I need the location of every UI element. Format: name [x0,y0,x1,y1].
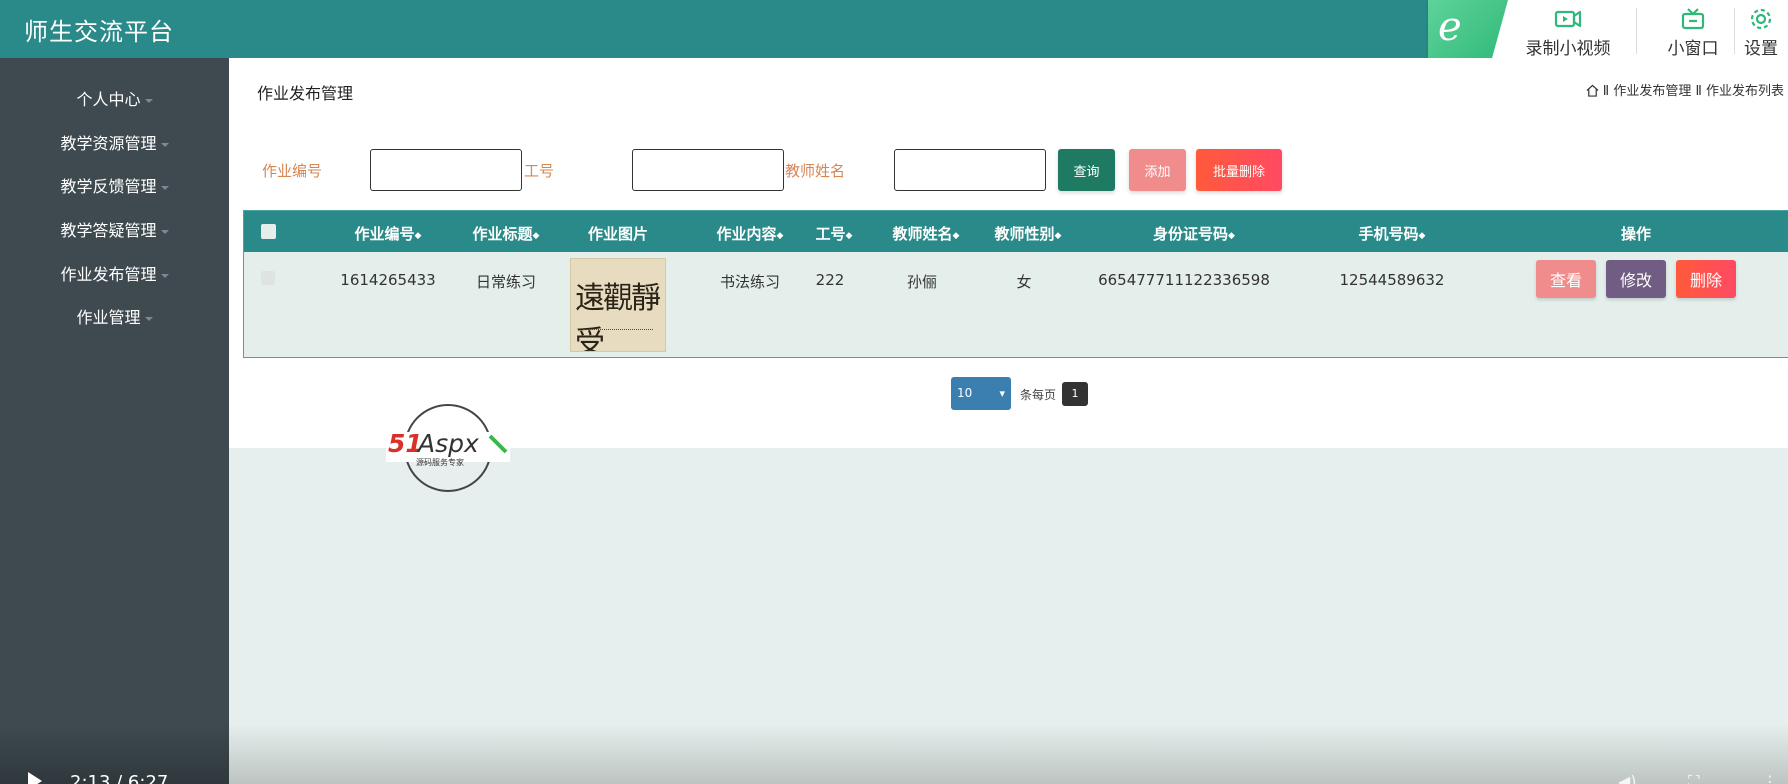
mini-window-button[interactable]: 小窗口 [1638,0,1748,64]
cell-staff-no: 222 [815,271,845,289]
volume-icon[interactable]: ◀) [1618,772,1637,784]
more-options-icon[interactable]: ⋮ [1762,772,1778,784]
teacher-name-label: 教师姓名 [785,162,846,180]
caret-down-icon [144,98,153,103]
record-video-label: 录制小视频 [1525,39,1611,59]
page-number-button[interactable]: 1 [1062,382,1088,406]
record-video-button[interactable]: 录制小视频 [1508,0,1628,64]
fullscreen-icon[interactable]: ⛶ [1688,772,1699,784]
settings-button[interactable]: 设置 [1734,0,1788,64]
51aspx-logo: 51 Aspx 源码服务专家 [386,404,510,492]
chevron-down-icon: ▾ [999,387,1005,400]
col-gender[interactable]: 教师性别◆ [968,223,1088,244]
col-content[interactable]: 作业内容◆ [690,223,810,244]
caret-down-icon [160,142,169,147]
sidebar-item-label: 个人中心 [76,90,141,109]
cell-title: 日常练习 [475,273,536,291]
col-phone[interactable]: 手机号码◆ [1312,223,1472,244]
staff-no-input[interactable] [632,149,784,191]
video-time: 2:13 / 6:27 [70,772,169,784]
sidebar-item-label: 教学答疑管理 [60,221,157,240]
sort-icon: ◆ [776,231,784,241]
sidebar-item-label: 教学反馈管理 [60,177,157,196]
table-row: 1614265433 日常练习 遠觀靜受 书法练习 222 孙俪 女 66547… [244,252,1788,357]
sort-icon: ◆ [532,231,540,241]
sidebar-item-label: 作业发布管理 [60,265,157,284]
page-size-value: 10 [957,386,973,400]
per-page-label: 条每页 [1020,388,1057,402]
sort-icon: ◆ [1228,231,1235,241]
app-title: 师生交流平台 [24,18,174,46]
select-all-checkbox[interactable] [261,224,276,239]
sidebar-item-label: 作业管理 [76,308,141,327]
caret-down-icon [160,185,169,190]
col-id-card[interactable]: 身份证号码◆ [1084,223,1304,244]
sidebar-item-label: 教学资源管理 [60,134,157,153]
home-icon[interactable] [1586,84,1599,97]
homework-table: 作业编号◆ 作业标题◆ 作业图片 作业内容◆ 工号◆ 教师姓名◆ 教师性别◆ 身… [243,210,1788,358]
cell-id-card: 665477711122336598 [1098,271,1270,289]
sort-icon: ◆ [952,231,960,241]
page-size-select[interactable]: 10 ▾ [951,377,1011,410]
caret-down-icon [160,273,169,278]
svg-text:源码服务专家: 源码服务专家 [416,457,464,467]
page-title: 作业发布管理 [257,84,354,103]
play-icon[interactable] [28,772,42,784]
col-title[interactable]: 作业标题◆ [446,223,566,244]
edit-button[interactable]: 修改 [1606,260,1666,298]
batch-delete-button[interactable]: 批量删除 [1196,149,1282,191]
sidebar-item-personal-center[interactable]: 个人中心 [0,88,229,112]
sort-icon: ◆ [845,231,853,241]
delete-button[interactable]: 删除 [1676,260,1736,298]
cell-gender: 女 [1016,273,1032,291]
homework-no-label: 作业编号 [262,162,323,180]
add-button[interactable]: 添加 [1129,149,1186,191]
sidebar-item-teaching-feedback[interactable]: 教学反馈管理 [0,175,229,199]
toolbar-divider [1636,8,1637,54]
settings-label: 设置 [1744,39,1778,59]
tv-icon [1681,8,1705,30]
cell-phone: 12544589632 [1339,271,1445,289]
sidebar-item-homework-publish[interactable]: 作业发布管理 [0,263,229,287]
breadcrumb-path[interactable]: Ⅱ 作业发布管理 Ⅱ 作业发布列表 [1603,84,1784,99]
staff-no-label: 工号 [524,162,555,180]
sort-icon: ◆ [1054,231,1062,241]
sidebar-item-homework[interactable]: 作业管理 [0,306,229,330]
mini-window-label: 小窗口 [1667,39,1719,59]
browser-video-toolbar: e 录制小视频 小窗口 设置 [1428,0,1788,64]
col-staff-no[interactable]: 工号◆ [794,223,874,244]
col-homework-no[interactable]: 作业编号◆ [328,223,448,244]
sidebar [0,58,229,784]
svg-text:Aspx: Aspx [416,429,479,458]
col-actions: 操作 [1620,225,1651,243]
sort-icon: ◆ [414,231,422,241]
video-camera-icon [1554,10,1582,28]
calligraphy-image[interactable]: 遠觀靜受 [570,258,666,352]
gear-icon [1750,8,1772,30]
browser-logo-icon: e [1428,0,1508,64]
table-header: 作业编号◆ 作业标题◆ 作业图片 作业内容◆ 工号◆ 教师姓名◆ 教师性别◆ 身… [244,211,1788,252]
caret-down-icon [160,229,169,234]
sidebar-item-teaching-resources[interactable]: 教学资源管理 [0,132,229,156]
view-button[interactable]: 查看 [1536,260,1596,298]
cell-homework-no: 1614265433 [340,271,436,289]
sidebar-item-teaching-qa[interactable]: 教学答疑管理 [0,219,229,243]
breadcrumb: Ⅱ 作业发布管理 Ⅱ 作业发布列表 [1586,80,1784,99]
homework-no-input[interactable] [370,149,522,191]
teacher-name-input[interactable] [894,149,1046,191]
video-controls-bar [229,724,1788,784]
search-button[interactable]: 查询 [1058,149,1115,191]
row-checkbox[interactable] [261,271,275,285]
col-image: 作业图片 [587,225,648,243]
caret-down-icon [144,316,153,321]
sort-icon: ◆ [1418,231,1426,241]
